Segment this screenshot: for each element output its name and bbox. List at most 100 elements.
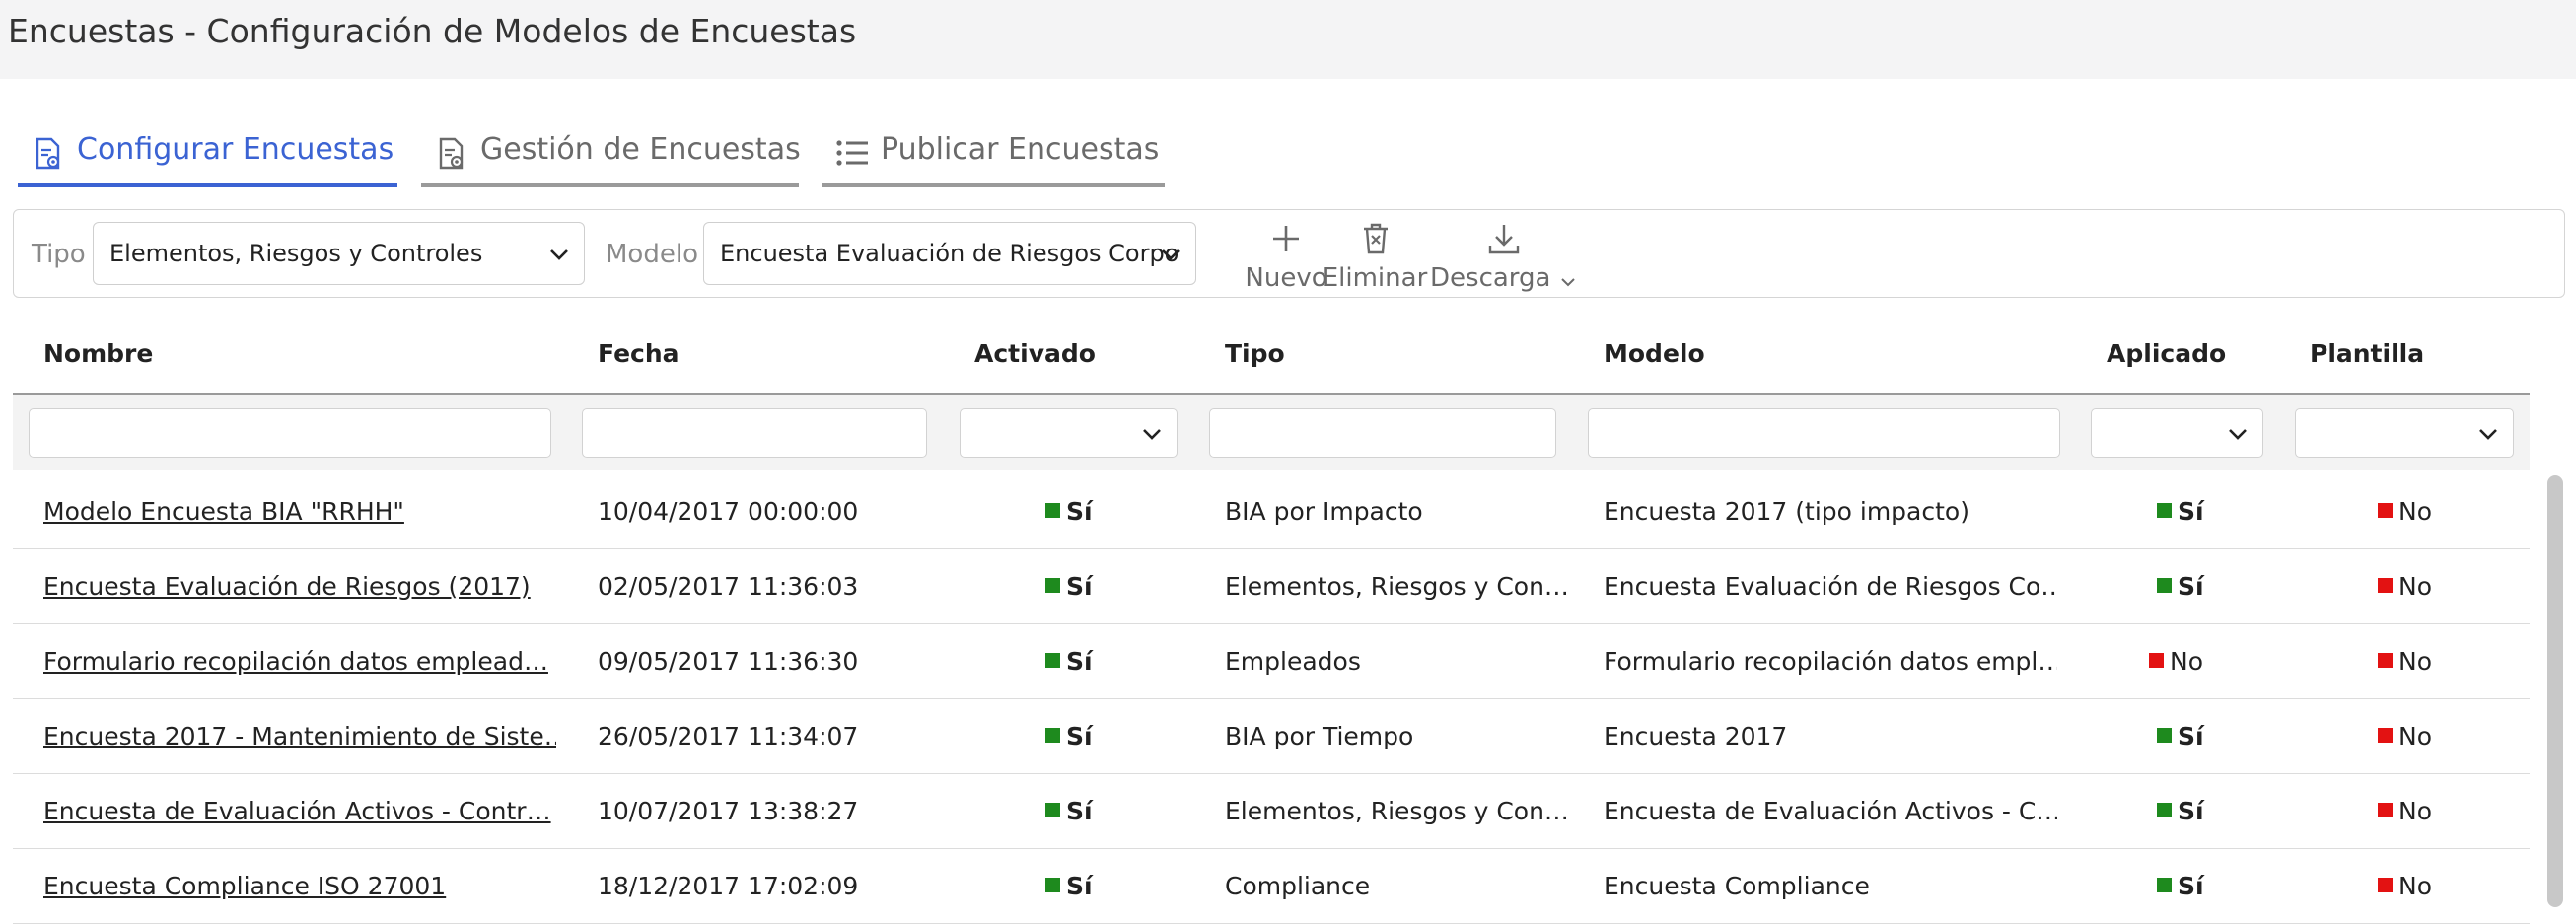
row-aplicado-badge-text: Sí bbox=[2178, 497, 2204, 526]
row-activado-badge-text: Sí bbox=[1066, 572, 1093, 601]
status-square-icon bbox=[1045, 652, 1060, 668]
col-activado[interactable]: Activado bbox=[974, 339, 1096, 368]
row-plantilla-badge-text: No bbox=[2398, 872, 2432, 900]
status-square-icon bbox=[2157, 502, 2172, 518]
status-square-icon bbox=[2378, 802, 2393, 817]
tipo-filter-input[interactable] bbox=[1209, 408, 1556, 458]
tab-configurar-encuestas[interactable]: Configurar Encuestas bbox=[18, 126, 397, 187]
row-aplicado-badge: Sí bbox=[2157, 797, 2204, 825]
row-tipo: Empleados bbox=[1225, 647, 1361, 675]
row-aplicado-badge: No bbox=[2149, 647, 2203, 675]
row-activado-badge: Sí bbox=[1045, 647, 1093, 675]
tipo-select[interactable]: Elementos, Riesgos y Controles bbox=[93, 222, 585, 285]
row-aplicado-badge-text: Sí bbox=[2178, 722, 2204, 750]
row-nombre-link[interactable]: Encuesta 2017 - Mantenimiento de Siste… bbox=[43, 722, 556, 750]
row-nombre-link[interactable]: Modelo Encuesta BIA "RRHH" bbox=[43, 497, 556, 526]
modelo-label: Modelo bbox=[606, 240, 698, 269]
modelo-select[interactable]: Encuesta Evaluación de Riesgos Corporati… bbox=[703, 222, 1196, 285]
row-aplicado-badge-text: Sí bbox=[2178, 572, 2204, 601]
chevron-down-icon bbox=[548, 245, 570, 268]
chevron-down-icon bbox=[1561, 278, 1575, 287]
table-row[interactable]: Encuesta 2017 - Mantenimiento de Siste… 2… bbox=[13, 698, 2530, 774]
row-modelo: Encuesta Compliance bbox=[1604, 872, 1870, 900]
row-plantilla-badge-text: No bbox=[2398, 497, 2432, 526]
aplicado-filter-select[interactable] bbox=[2091, 408, 2263, 458]
col-plantilla[interactable]: Plantilla bbox=[2310, 339, 2424, 368]
table-row[interactable]: Formulario recopilación datos emplead… 09… bbox=[13, 623, 2530, 699]
row-nombre-link[interactable]: Encuesta de Evaluación Activos - Contr… bbox=[43, 797, 556, 825]
table-row[interactable]: Encuesta de Evaluación Activos - Contr… 1… bbox=[13, 773, 2530, 849]
row-plantilla-badge: No bbox=[2378, 872, 2432, 900]
row-activado-badge-text: Sí bbox=[1066, 647, 1093, 675]
row-modelo: Formulario recopilación datos empl… bbox=[1604, 647, 2057, 675]
row-tipo: Elementos, Riesgos y Con… bbox=[1225, 797, 1569, 825]
status-square-icon bbox=[2149, 652, 2164, 668]
row-fecha: 09/05/2017 11:36:30 bbox=[598, 647, 859, 675]
status-square-icon bbox=[2378, 652, 2393, 668]
document-gear-icon bbox=[435, 134, 468, 178]
row-activado-badge-text: Sí bbox=[1066, 497, 1093, 526]
row-plantilla-badge-text: No bbox=[2398, 647, 2432, 675]
row-aplicado-badge: Sí bbox=[2157, 872, 2204, 900]
table-row[interactable]: Encuesta Evaluación de Riesgos (2017) 02/… bbox=[13, 548, 2530, 624]
row-fecha: 26/05/2017 11:34:07 bbox=[598, 722, 859, 750]
table-header: Nombre Fecha Activado Tipo Modelo Aplica… bbox=[13, 321, 2530, 395]
tipo-select-value: Elementos, Riesgos y Controles bbox=[109, 240, 483, 267]
col-nombre[interactable]: Nombre bbox=[43, 339, 153, 368]
modelo-filter-input[interactable] bbox=[1588, 408, 2060, 458]
col-aplicado[interactable]: Aplicado bbox=[2107, 339, 2226, 368]
row-activado-badge: Sí bbox=[1045, 872, 1093, 900]
row-tipo: BIA por Impacto bbox=[1225, 497, 1423, 526]
row-activado-badge: Sí bbox=[1045, 797, 1093, 825]
status-square-icon bbox=[1045, 727, 1060, 743]
chevron-down-icon bbox=[1160, 245, 1181, 268]
row-plantilla-badge: No bbox=[2378, 647, 2432, 675]
row-modelo: Encuesta Evaluación de Riesgos Co… bbox=[1604, 572, 2057, 601]
row-activado-badge-text: Sí bbox=[1066, 872, 1093, 900]
table-row[interactable]: Encuesta Compliance ISO 27001 18/12/2017 … bbox=[13, 848, 2530, 924]
row-modelo: Encuesta 2017 bbox=[1604, 722, 1788, 750]
row-activado-badge: Sí bbox=[1045, 722, 1093, 750]
col-fecha[interactable]: Fecha bbox=[598, 339, 680, 368]
tab-publicar-encuestas[interactable]: Publicar Encuestas bbox=[822, 126, 1165, 187]
status-square-icon bbox=[1045, 877, 1060, 892]
trash-icon bbox=[1364, 223, 1388, 254]
row-plantilla-badge-text: No bbox=[2398, 722, 2432, 750]
col-tipo[interactable]: Tipo bbox=[1225, 339, 1285, 368]
row-activado-badge-text: Sí bbox=[1066, 722, 1093, 750]
tab-label: Configurar Encuestas bbox=[77, 132, 394, 167]
nombre-filter-input[interactable] bbox=[29, 408, 551, 458]
row-nombre-link[interactable]: Encuesta Compliance ISO 27001 bbox=[43, 872, 556, 900]
row-modelo: Encuesta de Evaluación Activos - C… bbox=[1604, 797, 2057, 825]
eliminar-button[interactable]: Eliminar bbox=[1311, 214, 1439, 293]
tab-label: Gestión de Encuestas bbox=[480, 132, 801, 167]
descarga-button[interactable]: Descarga bbox=[1424, 214, 1587, 293]
plantilla-filter-select[interactable] bbox=[2295, 408, 2514, 458]
row-aplicado-badge-text: No bbox=[2170, 647, 2203, 675]
row-fecha: 18/12/2017 17:02:09 bbox=[598, 872, 859, 900]
status-square-icon bbox=[2378, 877, 2393, 892]
tab-label: Publicar Encuestas bbox=[881, 132, 1160, 167]
activado-filter-select[interactable] bbox=[960, 408, 1178, 458]
row-plantilla-badge: No bbox=[2378, 497, 2432, 526]
page-title: Encuestas - Configuración de Modelos de … bbox=[8, 12, 857, 50]
table-row[interactable]: Modelo Encuesta BIA "RRHH" 10/04/2017 00:… bbox=[13, 473, 2530, 549]
row-plantilla-badge: No bbox=[2378, 797, 2432, 825]
fecha-filter-input[interactable] bbox=[582, 408, 927, 458]
chevron-down-icon bbox=[2227, 424, 2249, 448]
row-plantilla-badge-text: No bbox=[2398, 797, 2432, 825]
row-plantilla-badge: No bbox=[2378, 572, 2432, 601]
vertical-scrollbar[interactable] bbox=[2547, 475, 2563, 907]
status-square-icon bbox=[2378, 577, 2393, 593]
row-nombre-link[interactable]: Encuesta Evaluación de Riesgos (2017) bbox=[43, 572, 556, 601]
status-square-icon bbox=[2157, 877, 2172, 892]
chevron-down-icon bbox=[1141, 424, 1163, 448]
status-square-icon bbox=[2378, 727, 2393, 743]
col-modelo[interactable]: Modelo bbox=[1604, 339, 1705, 368]
tab-gestion-encuestas[interactable]: Gestión de Encuestas bbox=[421, 126, 801, 187]
row-nombre-link[interactable]: Formulario recopilación datos emplead… bbox=[43, 647, 556, 675]
download-icon bbox=[1488, 225, 1520, 254]
list-icon bbox=[835, 134, 871, 178]
row-tipo: Compliance bbox=[1225, 872, 1371, 900]
plus-icon bbox=[1273, 226, 1299, 251]
